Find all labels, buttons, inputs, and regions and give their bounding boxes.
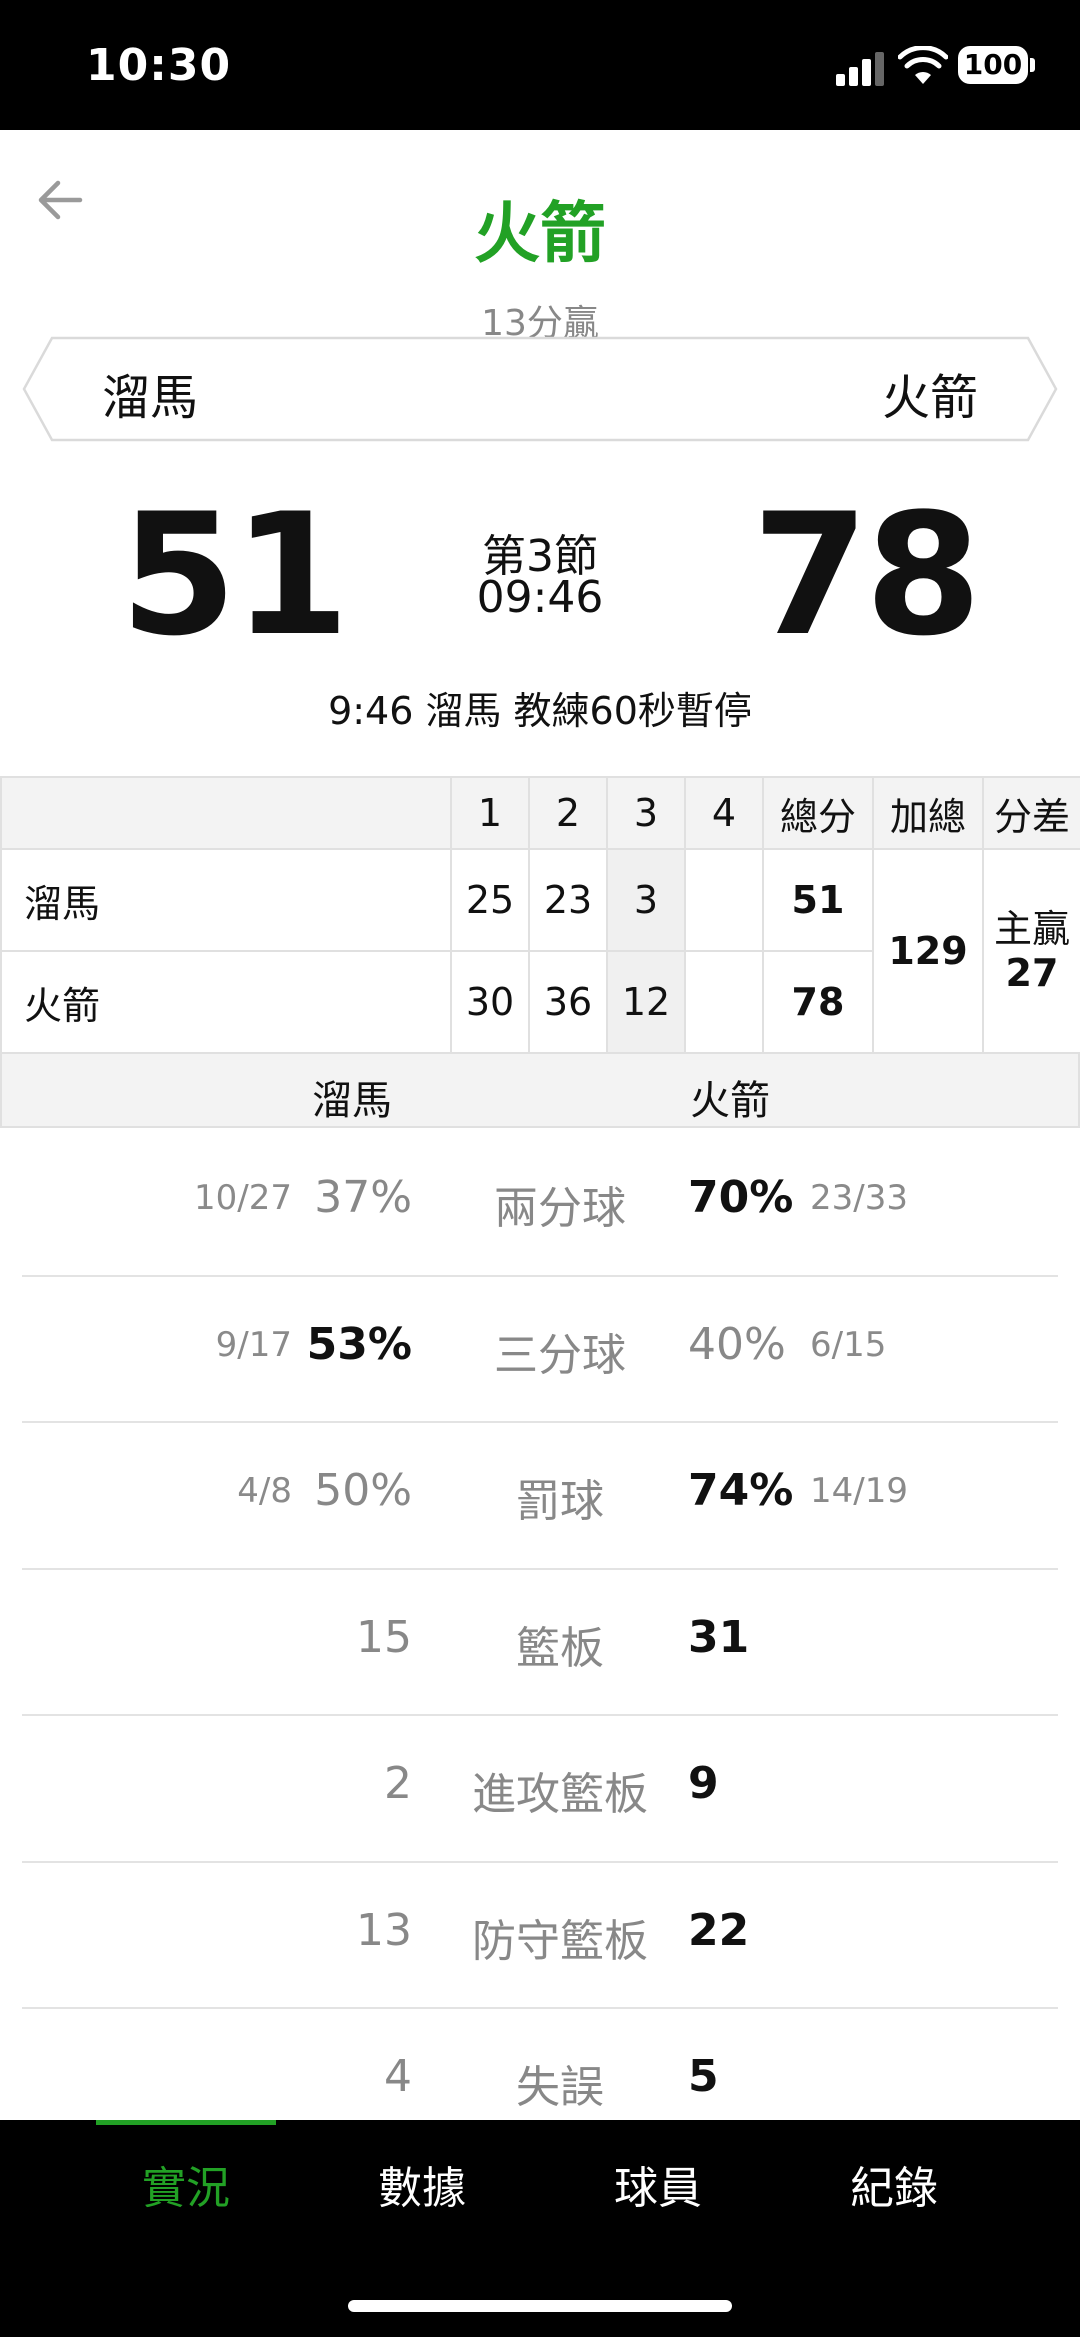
tab-stats[interactable]: 數據	[302, 2152, 542, 2216]
table-row: 溜馬 25 23 3 51 129 主贏 27	[0, 848, 1080, 1054]
quarter-cell	[684, 848, 764, 952]
list-item: 15 籃板 31	[22, 1570, 1058, 1716]
list-item: 10/27 37% 兩分球 70% 23/33	[22, 1130, 1058, 1277]
table-header-cell: 分差	[982, 776, 1080, 850]
cellular-signal-icon	[836, 50, 884, 86]
table-header-cell: 4	[684, 776, 764, 850]
away-value: 13	[356, 1904, 412, 1956]
home-value: 22	[688, 1904, 750, 1956]
table-header-cell: 3	[606, 776, 686, 850]
away-value: 37%	[314, 1172, 412, 1223]
quarter-cell	[684, 950, 764, 1054]
stat-label: 防守籃板	[472, 1915, 648, 1967]
quarter-cell: 36	[528, 950, 608, 1054]
quarter-cell: 30	[450, 950, 530, 1054]
away-value: 2	[384, 1758, 412, 1809]
diff-value: 27	[1005, 951, 1059, 995]
stat-label: 籃板	[516, 1622, 604, 1674]
home-value: 9	[688, 1758, 719, 1809]
battery-icon: 100	[958, 46, 1028, 84]
home-value: 31	[688, 1611, 750, 1663]
total-cell: 51	[762, 848, 874, 952]
active-tab-indicator	[96, 2120, 276, 2125]
home-value: 74%	[688, 1465, 794, 1516]
table-header-cell: 2	[528, 776, 608, 850]
home-fraction: 6/15	[810, 1324, 887, 1365]
stat-label: 三分球	[494, 1329, 626, 1381]
list-item: 4/8 50% 罰球 74% 14/19	[22, 1423, 1058, 1570]
diff-label: 主贏	[993, 907, 1070, 951]
away-value: 53%	[306, 1318, 412, 1370]
home-value: 40%	[688, 1318, 786, 1370]
away-fraction: 10/27	[194, 1178, 292, 1218]
team-cell: 火箭	[0, 950, 452, 1054]
page-title: 火箭	[474, 195, 606, 272]
quarter-cell: 23	[528, 848, 608, 952]
score-diff-cell: 主贏 27	[982, 848, 1080, 1054]
stat-label: 進攻籃板	[472, 1769, 648, 1820]
table-header-cell: 加總	[872, 776, 984, 850]
list-item: 9/17 53% 三分球 40% 6/15	[22, 1277, 1058, 1423]
quarter-cell: 12	[606, 950, 686, 1054]
tab-records[interactable]: 紀錄	[774, 2152, 1014, 2216]
matchup-banner: 溜馬 火箭	[22, 336, 1058, 442]
wifi-icon	[897, 45, 949, 86]
status-bar: 10:30 100	[0, 0, 1080, 130]
table-header-row: 1 2 3 4 總分 加總 分差	[0, 776, 1080, 850]
battery-tip	[1030, 58, 1035, 72]
away-team-name[interactable]: 溜馬	[102, 358, 198, 428]
team-cell: 溜馬	[0, 848, 452, 952]
stat-label: 兩分球	[494, 1183, 626, 1234]
home-team-name[interactable]: 火箭	[882, 358, 978, 428]
tab-players[interactable]: 球員	[538, 2152, 778, 2216]
combined-total-cell: 129	[872, 848, 984, 1054]
status-time: 10:30	[86, 40, 232, 91]
compare-header: 溜馬 火箭	[0, 1052, 1080, 1128]
home-indicator[interactable]	[348, 2300, 732, 2312]
home-fraction: 14/19	[810, 1471, 908, 1511]
quarter-score-table: 1 2 3 4 總分 加總 分差 溜馬 25 23 3 51 129 主贏 27…	[0, 776, 1080, 1054]
stat-label: 失誤	[516, 2062, 604, 2113]
tab-live[interactable]: 實況	[66, 2152, 306, 2216]
away-score: 51	[120, 477, 350, 673]
away-fraction: 4/8	[237, 1471, 292, 1511]
stat-label: 罰球	[516, 1476, 604, 1527]
stats-comparison-list: 10/27 37% 兩分球 70% 23/33 9/17 53% 三分球 40%…	[22, 1130, 1058, 2156]
away-value: 4	[384, 2051, 412, 2102]
home-fraction: 23/33	[810, 1178, 908, 1218]
table-header-cell	[0, 776, 452, 850]
list-item: 13 防守籃板 22	[22, 1863, 1058, 2009]
bottom-tab-bar: 實況 數據 球員 紀錄	[0, 2120, 1080, 2337]
compare-home-team: 火箭	[690, 1078, 770, 1124]
list-item: 2 進攻籃板 9	[22, 1716, 1058, 1863]
last-event-text: 9:46 溜馬 教練60秒暫停	[328, 689, 752, 733]
compare-away-team: 溜馬	[312, 1078, 392, 1124]
quarter-cell: 3	[606, 848, 686, 952]
table-header-cell: 1	[450, 776, 530, 850]
total-cell: 78	[762, 950, 874, 1054]
away-value: 15	[356, 1611, 412, 1663]
game-clock: 09:46	[476, 572, 604, 623]
away-value: 50%	[314, 1465, 412, 1516]
home-value: 70%	[688, 1172, 794, 1223]
home-value: 5	[688, 2051, 719, 2102]
quarter-cell: 25	[450, 848, 530, 952]
table-header-cell: 總分	[762, 776, 874, 850]
home-score: 78	[752, 477, 982, 673]
away-fraction: 9/17	[215, 1324, 292, 1365]
